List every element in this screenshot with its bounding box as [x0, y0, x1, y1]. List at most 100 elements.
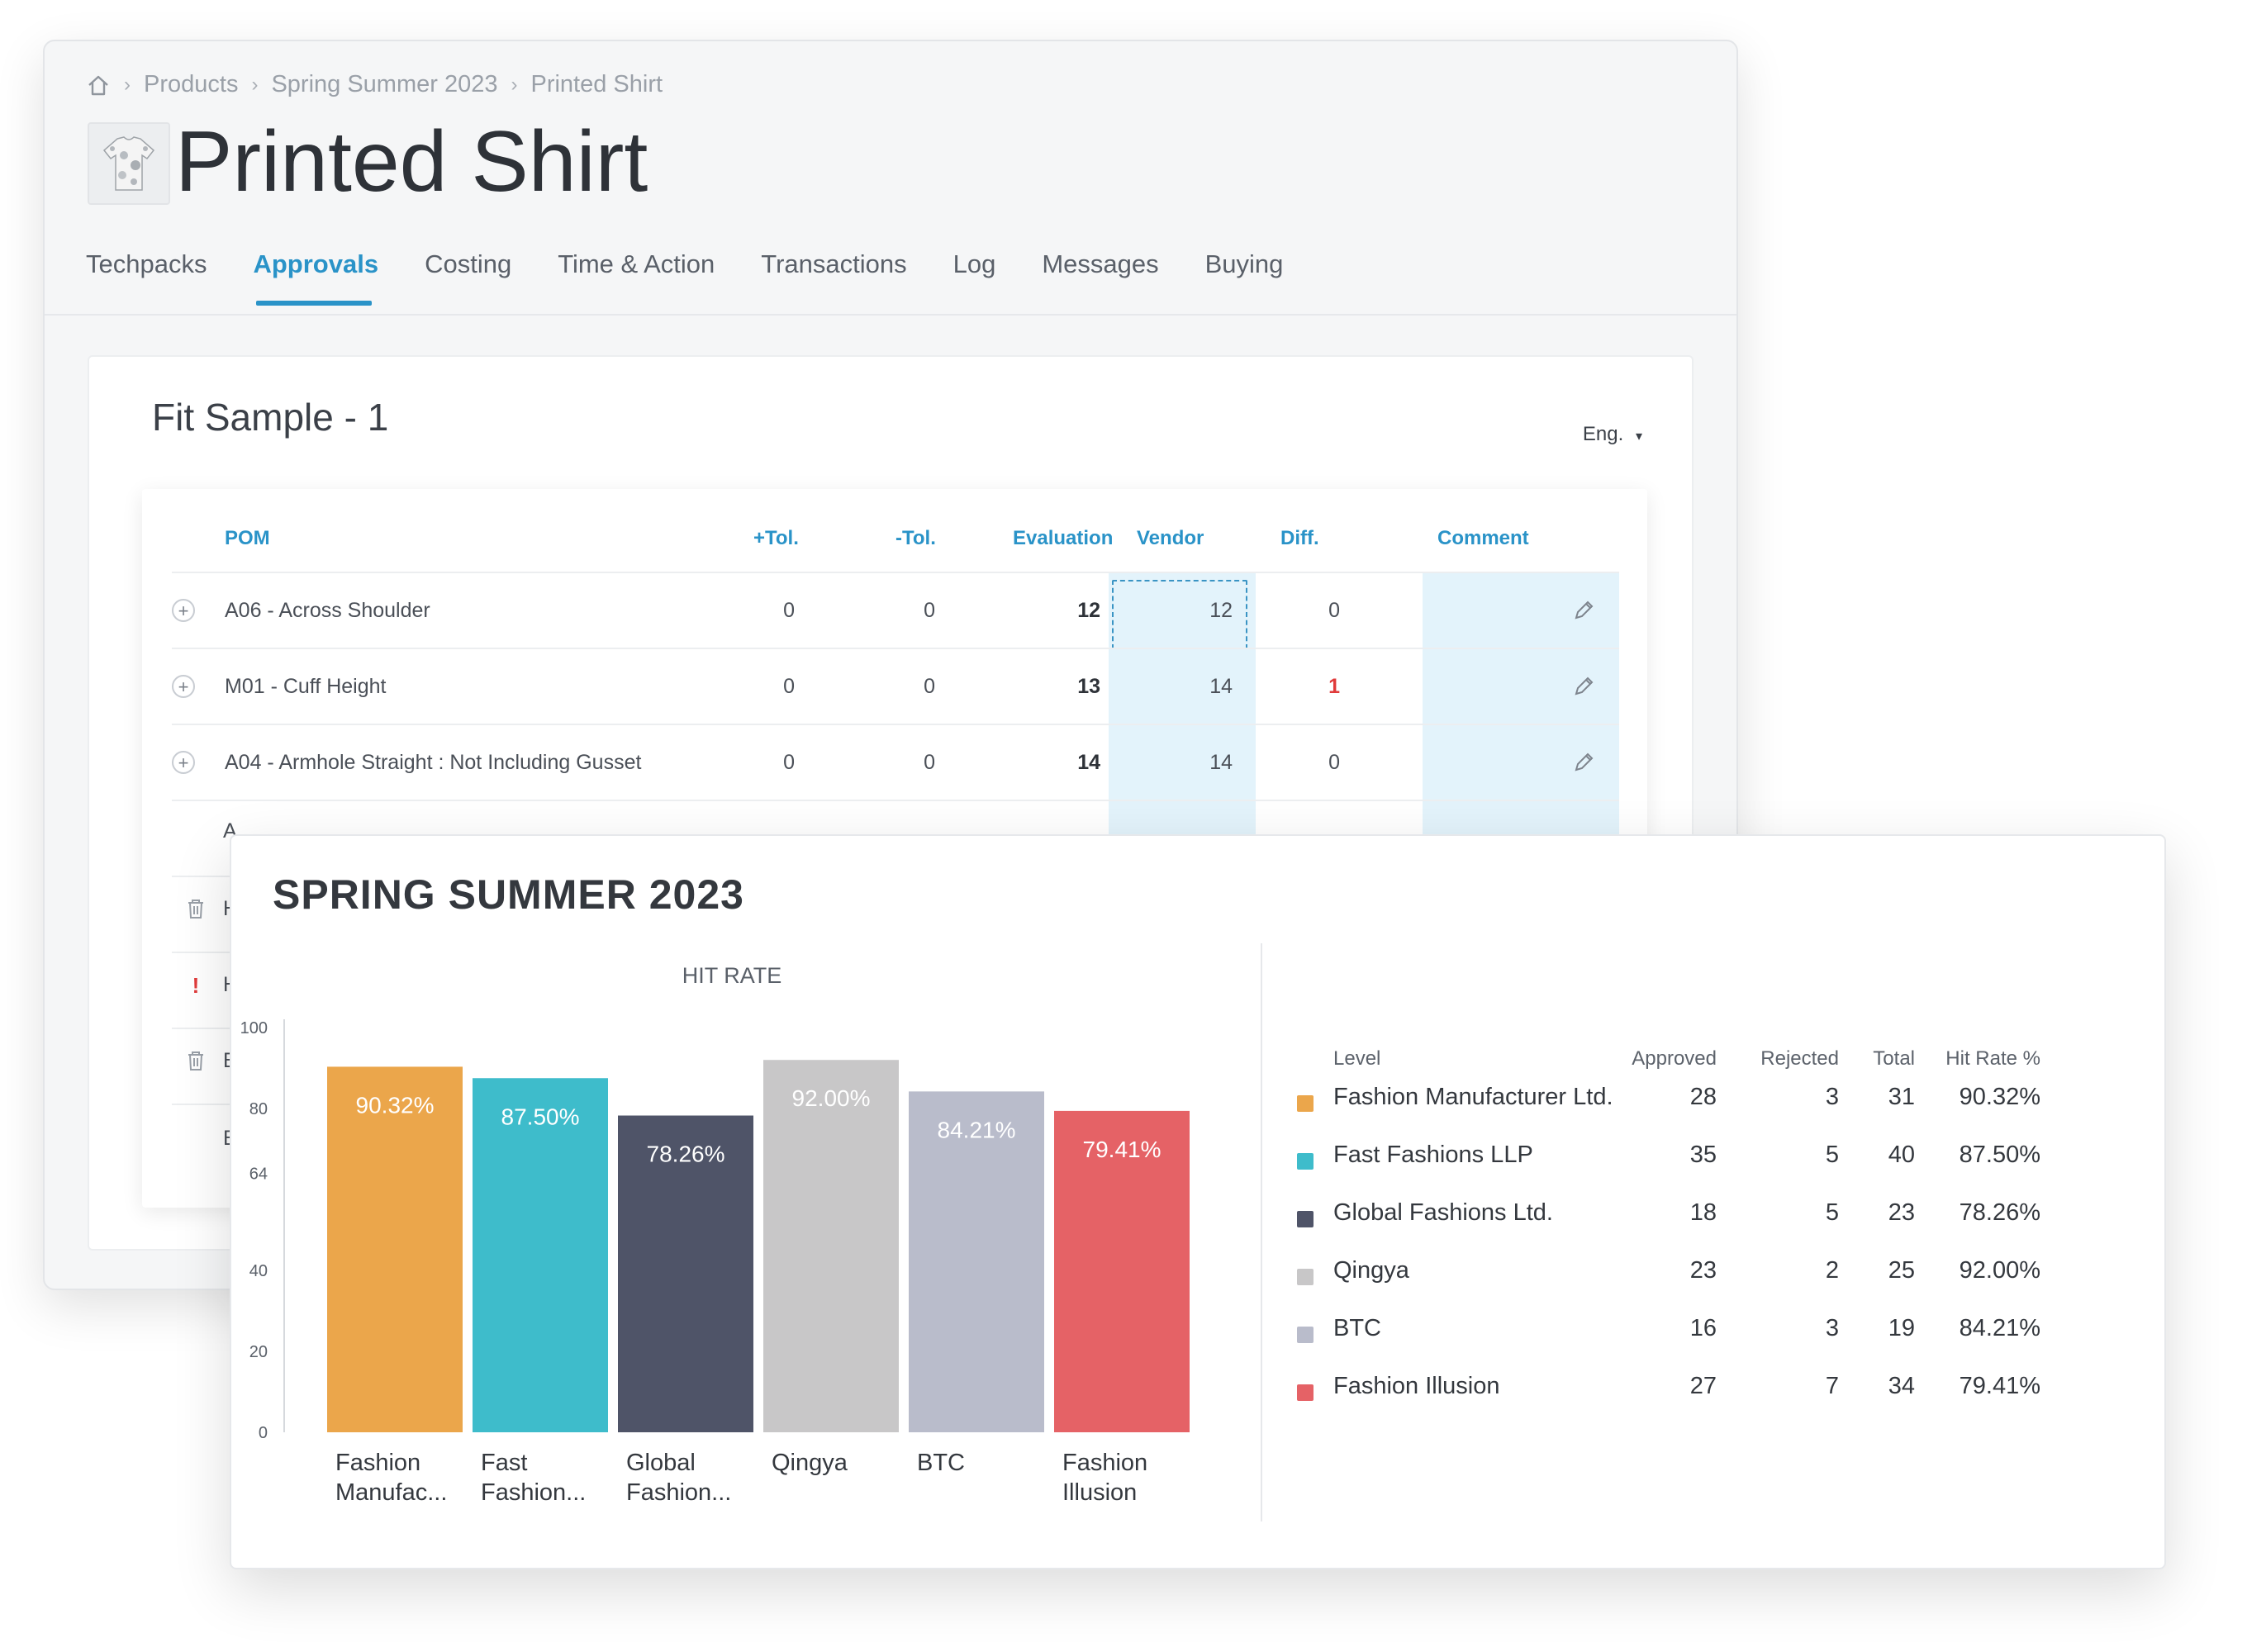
fit-sample-title: Fit Sample - 1 [152, 396, 389, 439]
table-row: Global Fashions Ltd. 18 5 23 78.26% [1297, 1199, 2123, 1257]
tab-time-action[interactable]: Time & Action [558, 249, 715, 306]
bar[interactable] [327, 1066, 463, 1432]
caret-down-icon: ▾ [1635, 430, 1642, 444]
breadcrumb-current: Printed Shirt [530, 71, 663, 97]
approved-value: 16 [1689, 1315, 1717, 1341]
bar-value-label: 84.21% [938, 1117, 1016, 1142]
minus-tol-value: 0 [924, 751, 935, 774]
x-tick-label: Fashion... [481, 1479, 586, 1506]
section-divider [1261, 943, 1262, 1521]
diff-value: 0 [1328, 751, 1340, 774]
total-value: 25 [1888, 1257, 1915, 1284]
trash-icon[interactable] [185, 1049, 207, 1076]
table-row: + A06 - Across Shoulder 0 0 12 12 0 [142, 573, 1647, 649]
expand-row-button[interactable]: + [172, 599, 195, 622]
approved-value: 35 [1689, 1142, 1717, 1168]
tab-transactions[interactable]: Transactions [761, 249, 906, 306]
evaluation-value: 13 [1077, 675, 1100, 698]
legend-swatch [1297, 1384, 1314, 1401]
pencil-icon[interactable] [1571, 674, 1596, 705]
pom-name: A06 - Across Shoulder [225, 599, 430, 622]
header-pom[interactable]: POM [225, 527, 270, 550]
header-plus-tol[interactable]: +Tol. [753, 527, 799, 550]
row-divider [172, 800, 1619, 801]
rejected-value: 2 [1825, 1257, 1839, 1284]
evaluation-value: 12 [1077, 599, 1100, 622]
table-row: Fashion Illusion 27 7 34 79.41% [1297, 1373, 2123, 1431]
total-value: 23 [1888, 1199, 1915, 1226]
home-icon[interactable] [86, 73, 111, 97]
pencil-icon[interactable] [1571, 598, 1596, 629]
vendor-value: 12 [1209, 599, 1233, 622]
trash-icon[interactable] [185, 897, 207, 924]
bar[interactable] [763, 1060, 899, 1432]
header-vendor[interactable]: Vendor [1137, 527, 1204, 550]
y-tick-label: 100 [240, 1019, 268, 1037]
plus-tol-value: 0 [783, 599, 795, 622]
expand-row-button[interactable]: + [172, 675, 195, 698]
approved-value: 27 [1689, 1373, 1717, 1399]
bars: 90.32% 87.50% 78.26% 92.00% 84.21% 79.41% [327, 1060, 1190, 1432]
header-diff[interactable]: Diff. [1280, 527, 1319, 550]
header-hit-rate: Hit Rate % [1945, 1047, 2040, 1070]
tab-messages[interactable]: Messages [1042, 249, 1158, 306]
bar-value-label: 78.26% [647, 1142, 725, 1167]
header-minus-tol[interactable]: -Tol. [895, 527, 936, 550]
legend-swatch [1297, 1269, 1314, 1285]
vendor-value[interactable]: 14 [1133, 725, 1233, 800]
x-axis-labels: Fashion Manufac... Fast Fashion... Global Fas… [335, 1450, 1147, 1506]
x-tick-label: Fast [481, 1450, 527, 1476]
language-select[interactable]: Eng. ▾ [1583, 423, 1642, 446]
level-name: Fashion Illusion [1333, 1373, 1500, 1399]
hit-rate-value: 78.26% [1959, 1199, 2040, 1226]
minus-tol-value: 0 [924, 675, 935, 698]
tab-log[interactable]: Log [953, 249, 996, 306]
x-tick-label: Global [626, 1450, 696, 1476]
total-value: 31 [1888, 1084, 1915, 1110]
hit-rate-chart: HIT RATE 0 20 40 64 80 100 90.32% 87.50% 78.26%… [240, 963, 1190, 1506]
language-value: Eng. [1582, 423, 1624, 445]
x-tick-label: Fashion [1062, 1450, 1147, 1476]
expand-row-button[interactable]: + [172, 751, 195, 774]
bar-value-label: 92.00% [792, 1085, 871, 1111]
vendor-value[interactable]: 14 [1133, 649, 1233, 724]
rejected-value: 5 [1825, 1142, 1839, 1168]
legend-swatch [1297, 1211, 1314, 1227]
y-tick-label: 64 [249, 1165, 268, 1183]
tabs-divider [45, 314, 1736, 316]
legend-swatch [1297, 1327, 1314, 1343]
breadcrumb-season[interactable]: Spring Summer 2023 [271, 71, 497, 98]
pencil-icon[interactable] [1571, 750, 1596, 781]
table-row: + A04 - Armhole Straight : Not Including… [142, 725, 1647, 800]
x-tick-label: Illusion [1062, 1479, 1137, 1506]
bar[interactable] [473, 1078, 608, 1432]
total-value: 40 [1888, 1142, 1915, 1168]
pom-name: A04 - Armhole Straight : Not Including G… [225, 751, 642, 774]
diff-value: 1 [1328, 675, 1340, 698]
evaluation-value: 14 [1077, 751, 1100, 774]
y-axis: 0 20 40 64 80 100 [240, 1019, 285, 1442]
table-row: Fast Fashions LLP 35 5 40 87.50% [1297, 1142, 2123, 1199]
y-tick-label: 20 [249, 1343, 268, 1361]
tab-buying[interactable]: Buying [1205, 249, 1284, 306]
tab-bar: Techpacks Approvals Costing Time & Actio… [86, 249, 1329, 306]
header-comment[interactable]: Comment [1437, 527, 1529, 550]
approved-value: 18 [1689, 1199, 1717, 1226]
tab-costing[interactable]: Costing [425, 249, 511, 306]
header-level: Level [1333, 1047, 1381, 1070]
breadcrumb-products[interactable]: Products [144, 71, 238, 98]
x-tick-label: Fashion... [626, 1479, 731, 1506]
warning-icon: ! [192, 973, 200, 998]
header-evaluation[interactable]: Evaluation [1013, 527, 1113, 550]
tab-techpacks[interactable]: Techpacks [86, 249, 207, 306]
x-tick-label: Qingya [772, 1450, 848, 1476]
chevron-right-icon: › [124, 73, 131, 96]
tab-approvals[interactable]: Approvals [253, 249, 378, 306]
y-tick-label: 40 [249, 1262, 268, 1280]
table-row: + M01 - Cuff Height 0 0 13 14 1 [142, 649, 1647, 724]
rejected-value: 7 [1825, 1373, 1839, 1399]
level-name: Fashion Manufacturer Ltd. [1333, 1084, 1613, 1110]
y-tick-label: 80 [249, 1100, 268, 1118]
hit-rate-report-card: SPRING SUMMER 2023 HIT RATE 0 20 40 64 80 100… [230, 834, 2166, 1569]
chevron-right-icon: › [251, 73, 259, 96]
